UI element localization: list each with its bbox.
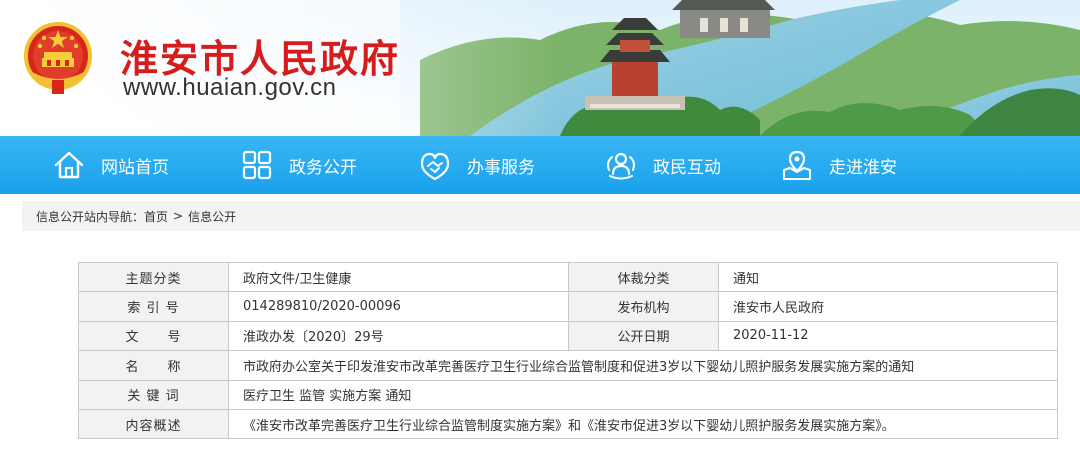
people-icon xyxy=(607,152,635,180)
breadcrumb-separator: > xyxy=(173,209,184,223)
nav-item-home[interactable]: 网站首页 xyxy=(52,136,169,194)
breadcrumb-prefix: 信息公开站内导航： xyxy=(36,209,145,224)
breadcrumb-link-home[interactable]: 首页 xyxy=(144,208,168,225)
table-label-cell: 内容概述 xyxy=(78,408,229,440)
nav-label-services: 办事服务 xyxy=(467,157,535,178)
table-value-cell: 政府文件/卫生健康 xyxy=(228,261,569,293)
table-value-cell: 淮政办发〔2020〕29号 xyxy=(228,320,569,352)
table-label-cell: 体裁分类 xyxy=(568,261,719,293)
nav-label-interaction: 政民互动 xyxy=(653,157,721,178)
home-icon xyxy=(54,151,84,179)
table-value-cell: 市政府办公室关于印发淮安市改革完善医疗卫生行业综合监管制度和促进3岁以下婴幼儿照… xyxy=(228,350,1058,381)
breadcrumb: 信息公开站内导航： 首页 > 信息公开 xyxy=(22,201,1080,231)
site-banner: 淮安市人民政府 www.huaian.gov.cn xyxy=(0,0,1080,136)
nav-label-gov-affairs: 政务公开 xyxy=(289,157,357,178)
main-nav-bar: 网站首页 政务公开 办事服务 政民互动 走进淮安 xyxy=(0,136,1080,194)
table-row: 主题分类 政府文件/卫生健康 体裁分类 通知 xyxy=(78,261,1058,293)
table-row: 索 引 号 014289810/2020-00096 发布机构 淮安市人民政府 xyxy=(78,291,1058,322)
nav-label-about-huaian: 走进淮安 xyxy=(829,157,897,178)
table-label-cell: 名 称 xyxy=(78,350,229,381)
nav-item-interaction[interactable]: 政民互动 xyxy=(604,136,721,194)
handshake-icon xyxy=(420,152,450,181)
breadcrumb-link-current[interactable]: 信息公开 xyxy=(188,208,236,225)
table-value-cell: 014289810/2020-00096 xyxy=(228,291,569,322)
document-info-table: 主题分类 政府文件/卫生健康 体裁分类 通知 索 引 号 014289810/2… xyxy=(78,261,1058,440)
table-label-cell: 关 键 词 xyxy=(78,379,229,410)
site-url: www.huaian.gov.cn xyxy=(123,74,337,101)
nav-item-gov-affairs[interactable]: 政务公开 xyxy=(240,136,357,194)
table-label-cell: 主题分类 xyxy=(78,261,229,293)
table-label-cell: 发布机构 xyxy=(568,291,719,322)
table-row: 名 称 市政府办公室关于印发淮安市改革完善医疗卫生行业综合监管制度和促进3岁以下… xyxy=(78,350,1058,381)
table-row: 文 号 淮政办发〔2020〕29号 公开日期 2020-11-12 xyxy=(78,320,1058,352)
map-pin-icon xyxy=(783,150,811,180)
table-value-cell: 通知 xyxy=(718,261,1058,293)
nav-label-home: 网站首页 xyxy=(101,157,169,178)
grid-icon xyxy=(242,150,272,180)
table-label-cell: 文 号 xyxy=(78,320,229,352)
table-value-cell: 2020-11-12 xyxy=(718,320,1058,352)
nav-item-services[interactable]: 办事服务 xyxy=(418,136,535,194)
table-row: 关 键 词 医疗卫生 监管 实施方案 通知 xyxy=(78,379,1058,410)
national-emblem-logo xyxy=(24,22,92,94)
table-label-cell: 公开日期 xyxy=(568,320,719,352)
table-label-cell: 索 引 号 xyxy=(78,291,229,322)
table-value-cell: 医疗卫生 监管 实施方案 通知 xyxy=(228,379,1058,410)
nav-item-about-huaian[interactable]: 走进淮安 xyxy=(780,136,897,194)
table-value-cell: 淮安市人民政府 xyxy=(718,291,1058,322)
table-value-cell: 《淮安市改革完善医疗卫生行业综合监管制度实施方案》和《淮安市促进3岁以下婴幼儿照… xyxy=(228,408,1058,440)
table-row: 内容概述 《淮安市改革完善医疗卫生行业综合监管制度实施方案》和《淮安市促进3岁以… xyxy=(78,408,1058,440)
